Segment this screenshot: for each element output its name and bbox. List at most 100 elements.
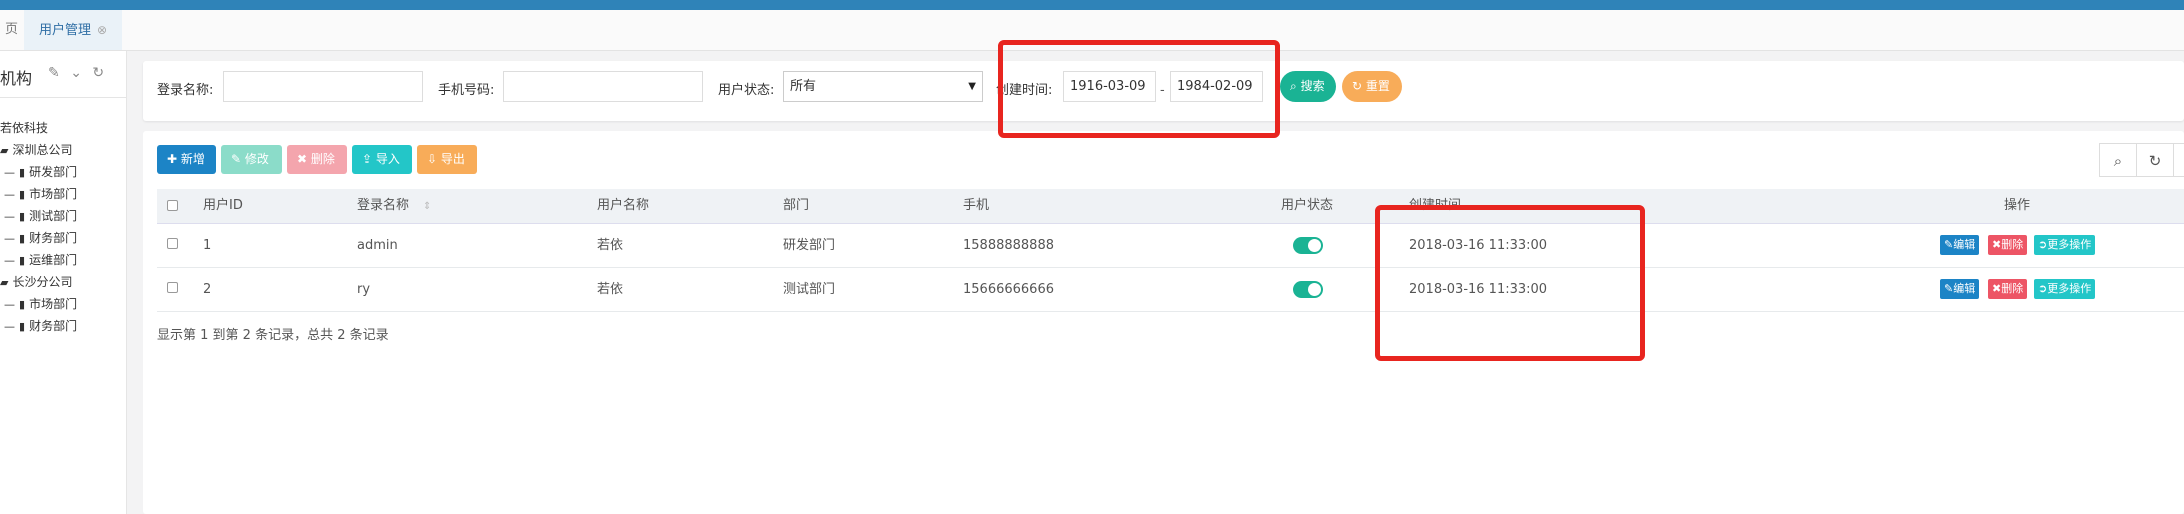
col-user-name[interactable]: 用户名称 <box>597 189 649 223</box>
folder-open-icon: ▰ <box>0 144 9 157</box>
tree-line-icon: — <box>4 298 15 311</box>
folder-open-icon: ▰ <box>0 276 9 289</box>
date-from-input[interactable]: 1916-03-09 <box>1063 71 1156 102</box>
phone-input[interactable] <box>503 71 703 102</box>
file-icon: ▮ <box>19 188 26 201</box>
col-login-name[interactable]: 登录名称 ⇕ <box>357 189 431 223</box>
status-select[interactable]: 所有 ▼ <box>783 71 983 102</box>
refresh-icon[interactable]: ↻ <box>92 65 104 81</box>
search-panel: 登录名称: 手机号码: 用户状态: 所有 ▼ 创建时间: 1916-03-09 -… <box>143 61 2184 121</box>
row-more-button[interactable]: ➲更多操作 <box>2034 279 2096 299</box>
import-button[interactable]: ⇪ 导入 <box>352 145 412 174</box>
plus-icon: ✚ <box>167 152 178 166</box>
refresh-icon: ↻ <box>2148 152 2162 170</box>
col-user-id[interactable]: 用户ID <box>203 189 243 223</box>
add-button[interactable]: ✚ 新增 <box>157 145 216 174</box>
row-delete-button[interactable]: ✖删除 <box>1988 279 2028 299</box>
tree-line-icon: — <box>4 320 15 333</box>
col-status[interactable]: 用户状态 <box>1281 189 1333 223</box>
row-delete-label: 删除 <box>2001 238 2024 251</box>
tree-node[interactable]: — ▮ 测试部门 <box>0 205 77 227</box>
tree-line-icon: — <box>4 210 15 223</box>
file-icon: ▮ <box>19 166 26 179</box>
row-edit-button[interactable]: ✎编辑 <box>1940 235 1980 255</box>
status-label: 用户状态: <box>718 83 775 98</box>
chevron-circle-icon: ➲ <box>2038 238 2048 251</box>
tree-node[interactable]: 若依科技 <box>0 117 77 139</box>
table-header: 用户ID 登录名称 ⇕ 用户名称 部门 手机 用户状态 创建时间 操作 <box>157 189 2184 224</box>
reset-button[interactable]: ↻ 重置 <box>1342 71 1402 102</box>
edit-button-label: 修改 <box>244 152 269 166</box>
col-phone[interactable]: 手机 <box>963 189 989 223</box>
tree-node[interactable]: — ▮ 市场部门 <box>0 293 77 315</box>
cell-created: 2018-03-16 11:33:00 <box>1409 238 1548 253</box>
cell-user-name: 若依 <box>597 282 624 297</box>
chevron-circle-icon: ➲ <box>2038 282 2048 295</box>
columns-button[interactable] <box>2173 143 2184 177</box>
cell-user-id: 1 <box>203 238 212 253</box>
table-panel: ✚ 新增 ✎ 修改 ✖ 删除 ⇪ 导入 ⇩ 导出 ⌕ ↻ 用户ID 登录名称 ⇕ … <box>143 131 2184 514</box>
date-to-input[interactable]: 1984-02-09 <box>1170 71 1263 102</box>
tree-line-icon: — <box>4 166 15 179</box>
table-row: 1 admin 若依 研发部门 15888888888 2018-03-16 1… <box>157 224 2184 268</box>
refresh-button[interactable]: ↻ <box>2136 143 2174 177</box>
file-icon: ▮ <box>19 210 26 223</box>
search-icon: ⌕ <box>2113 152 2123 170</box>
edit-icon[interactable]: ✎ <box>48 65 60 81</box>
divider <box>0 97 126 98</box>
row-delete-button[interactable]: ✖删除 <box>1988 235 2028 255</box>
close-icon: ✖ <box>1992 282 2002 295</box>
add-button-label: 新增 <box>180 152 205 166</box>
cell-dept: 测试部门 <box>783 282 836 297</box>
delete-button[interactable]: ✖ 删除 <box>287 145 347 174</box>
org-tree: 若依科技 ▰ 深圳总公司 — ▮ 研发部门 — ▮ 市场部门 — ▮ 测试部门 — ▮ 财务部门 … <box>0 117 77 337</box>
cell-created: 2018-03-16 11:33:00 <box>1409 282 1548 297</box>
close-icon[interactable]: ⊗ <box>97 23 107 37</box>
tree-node[interactable]: — ▮ 市场部门 <box>0 183 77 205</box>
cell-login-name: admin <box>357 238 398 253</box>
phone-label: 手机号码: <box>438 83 495 98</box>
col-dept[interactable]: 部门 <box>783 189 809 223</box>
tree-line-icon: — <box>4 188 15 201</box>
tree-node[interactable]: — ▮ 财务部门 <box>0 227 77 249</box>
select-all-checkbox[interactable] <box>167 200 178 211</box>
status-toggle[interactable] <box>1293 281 1323 298</box>
tree-node[interactable]: ▰ 深圳总公司 <box>0 139 77 161</box>
table-row: 2 ry 若依 测试部门 15666666666 2018-03-16 11:3… <box>157 268 2184 312</box>
tree-line-icon: — <box>4 232 15 245</box>
caret-down-icon: ▼ <box>968 81 976 92</box>
sidebar-tools: ✎ ⌄ ↻ <box>48 65 110 81</box>
download-icon: ⇩ <box>427 152 438 166</box>
export-button[interactable]: ⇩ 导出 <box>417 145 477 174</box>
edit-button[interactable]: ✎ 修改 <box>221 145 282 174</box>
chevron-down-icon[interactable]: ⌄ <box>70 65 82 81</box>
row-edit-button[interactable]: ✎编辑 <box>1940 279 1980 299</box>
export-button-label: 导出 <box>440 152 465 166</box>
status-toggle[interactable] <box>1293 237 1323 254</box>
tab-home[interactable]: 页 <box>0 10 24 50</box>
edit-icon: ✎ <box>1944 238 1954 251</box>
cell-login-name: ry <box>357 282 371 297</box>
search-toggle-button[interactable]: ⌕ <box>2099 143 2137 177</box>
tree-node[interactable]: — ▮ 研发部门 <box>0 161 77 183</box>
row-edit-label: 编辑 <box>1953 238 1976 251</box>
col-created[interactable]: 创建时间 <box>1409 189 1461 223</box>
tree-node[interactable]: ▰ 长沙分公司 <box>0 271 77 293</box>
tree-node[interactable]: — ▮ 运维部门 <box>0 249 77 271</box>
cell-phone: 15888888888 <box>963 238 1054 253</box>
row-checkbox[interactable] <box>167 282 178 293</box>
top-bar <box>0 0 2184 10</box>
sort-icon[interactable]: ⇕ <box>423 201 431 212</box>
row-checkbox[interactable] <box>167 238 178 249</box>
tree-line-icon: — <box>4 254 15 267</box>
file-icon: ▮ <box>19 320 26 333</box>
tree-node[interactable]: — ▮ 财务部门 <box>0 315 77 337</box>
row-delete-label: 删除 <box>2001 282 2024 295</box>
search-icon: ⌕ <box>1290 79 1297 93</box>
sidebar-title: 机构 <box>0 69 33 88</box>
login-name-input[interactable] <box>223 71 423 102</box>
row-more-button[interactable]: ➲更多操作 <box>2034 235 2096 255</box>
search-button[interactable]: ⌕ 搜索 <box>1280 71 1336 102</box>
tab-user-management[interactable]: 用户管理 ⊗ <box>24 10 122 50</box>
login-name-label: 登录名称: <box>157 83 214 98</box>
